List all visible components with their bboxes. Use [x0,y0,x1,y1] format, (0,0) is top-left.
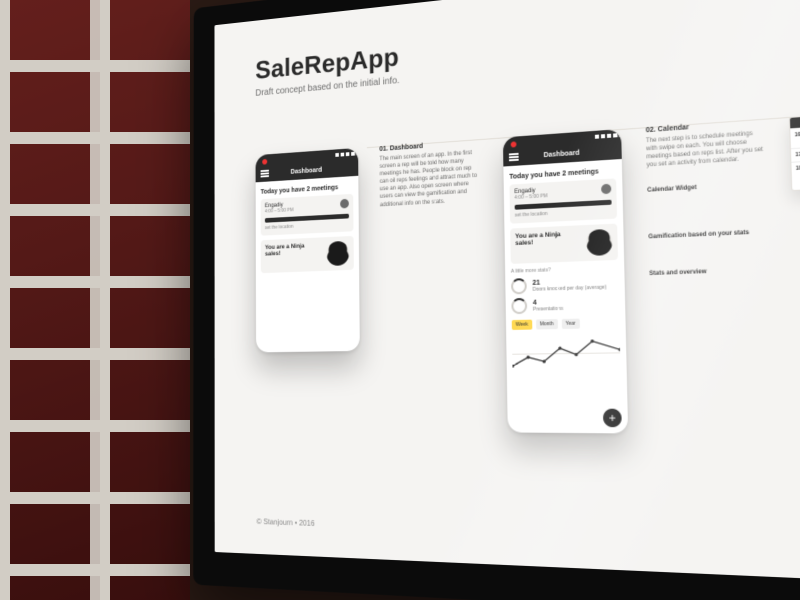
callout-label: Calendar Widget [647,182,764,195]
metric-doors: 21 Doors knocked per day (average) [511,275,619,294]
range-tabs[interactable]: Week Month Year [512,318,620,330]
brick-wall [0,0,190,600]
fab-add-button[interactable]: + [603,409,622,428]
dashboard-headline: Today you have 2 meetings [509,167,616,180]
meeting-location[interactable]: set the location [265,221,349,231]
annotation-body: The next step is to schedule meetings wi… [646,129,764,170]
ninja-avatar-icon [586,229,613,256]
day-number: 17 [791,148,800,162]
artboard-calendar[interactable]: 16 17 18 [789,111,800,191]
status-time: 12:30 [613,133,617,137]
meeting-card[interactable]: Engadiy 4:00 – 5:00 PM set the location [509,178,617,223]
stats-chart [512,332,621,374]
hamburger-icon[interactable] [261,170,269,178]
monitor: SaleRepApp Draft concept based on the in… [193,0,800,600]
hamburger-icon[interactable] [509,153,519,161]
canvas-footer: © Stanjourn • 2016 [257,517,315,528]
ninja-card: You are a Ninja sales! [261,236,354,273]
callout-label: Stats and overview [649,267,767,277]
calendar-day[interactable]: 18 [791,157,800,190]
metric-presentations: 4 Presentations [511,295,619,314]
artboard-dashboard-extended[interactable]: 12:30 Dashboard Today you have 2 meeting… [503,129,628,433]
app-bar-title: Dashboard [291,167,322,175]
tab-year[interactable]: Year [561,319,579,329]
ninja-card: You are a Ninja sales! [510,224,618,264]
meeting-tag [515,200,612,210]
calendar-header [790,112,800,128]
ninja-avatar-icon [327,241,350,266]
stats-heading: A little more stats? [511,265,618,275]
annotation-dashboard: 01. Dashboard The main screen of an app.… [379,139,481,209]
ninja-text: You are a Ninja sales! [265,242,322,257]
calendar-day[interactable]: 16 [790,123,800,148]
day-number: 18 [791,162,800,190]
ninja-text: You are a Ninja sales! [515,230,580,247]
day-number: 16 [790,128,800,148]
tab-week[interactable]: Week [512,320,532,330]
tab-month[interactable]: Month [536,319,558,329]
annotation-body: The main screen of an app. In the first … [379,149,481,209]
progress-ring-icon [511,298,527,314]
metric-value: 21 [532,277,606,286]
artboard-dashboard[interactable]: 12:30 Dashboard Today you have 2 meeting… [256,148,360,353]
status-time: 12:30 [351,152,355,156]
progress-ring-icon [511,278,527,294]
metric-label: Doors knocked per day (average) [533,284,607,292]
metric-label: Presentations [533,305,563,312]
arrow-circle-icon[interactable] [601,184,611,195]
artboard-row: 12:30 Dashboard Today you have 2 meeting… [256,103,800,436]
calendar-day[interactable]: 17 [791,143,800,162]
app-bar-title: Dashboard [543,149,579,158]
meeting-card[interactable]: Engadiy 4:00 – 5:00 PM set the location [261,194,354,236]
